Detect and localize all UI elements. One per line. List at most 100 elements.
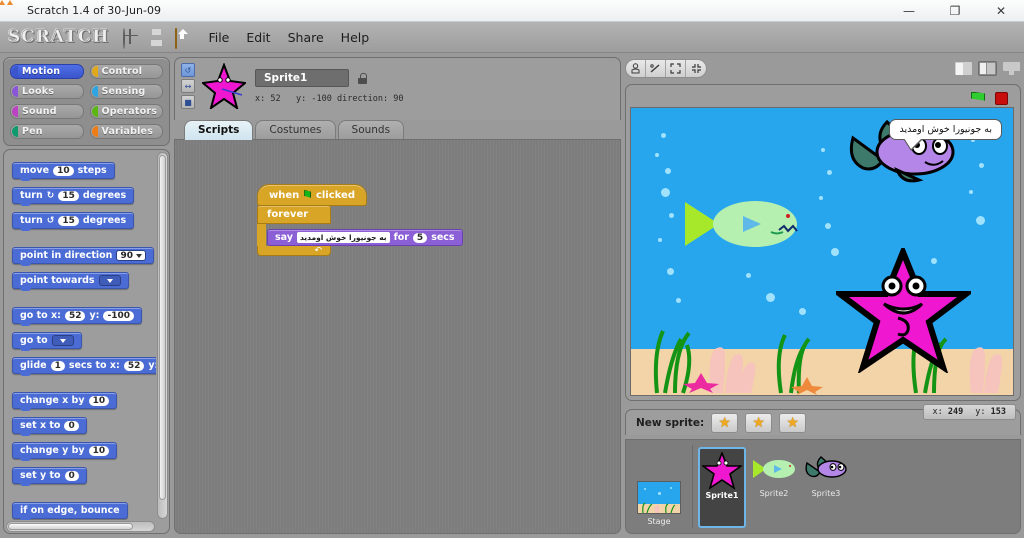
lock-icon[interactable] [358,72,367,84]
sprite-corral-item-sprite3[interactable]: Sprite3 [802,447,850,528]
palette-vertical-scrollbar[interactable] [157,152,168,519]
block-number-input[interactable]: 1 [50,360,65,371]
menu-edit[interactable]: Edit [246,30,270,45]
rotate-freely-icon[interactable]: ↺ [181,63,195,77]
minimize-button[interactable]: — [886,0,932,21]
stage-thumbnail [637,481,681,514]
palette-block-go-to-xy[interactable]: go to x: 52 y: -100 [12,307,142,326]
menu-icon-group [123,27,192,49]
x-value: 52 [270,94,281,104]
small-stage-view-button[interactable] [954,61,973,76]
stage-toolbar [625,57,1021,80]
random-new-sprite-button[interactable]: ★ [779,412,807,433]
target-dropdown[interactable] [51,335,74,346]
palette-block-set-y[interactable]: set y to 0 [12,467,87,486]
category-looks[interactable]: Looks [10,84,84,99]
sprite-coordinates: x: 52 y: -100 direction: 90 [255,94,404,104]
script-stack[interactable]: when clicked forever say به جونیورا خوش … [257,184,463,256]
normal-stage-view-button[interactable] [978,61,997,76]
bubble [827,170,832,175]
category-variables[interactable]: Variables [89,124,163,139]
left-right-flip-icon[interactable]: ↔ [181,79,195,93]
sprite-starfish-stage[interactable] [836,248,971,373]
save-icon[interactable] [149,29,166,46]
say-message-input[interactable]: به جونیورا خوش اومدید [296,232,390,243]
rotation-style-buttons: ↺ ↔ ■ [181,63,195,115]
block-number-input[interactable]: -100 [103,310,134,321]
block-number-input[interactable]: 52 [64,310,86,321]
tab-costumes[interactable]: Costumes [255,120,336,140]
stage-display[interactable]: به جونیورا خوش اومدید [630,107,1014,396]
tab-scripts[interactable]: Scripts [184,120,254,140]
corral-divider [692,445,693,528]
stage-corral-item[interactable]: Stage [631,445,687,528]
block-number-input[interactable]: 10 [88,395,110,406]
palette-horizontal-scrollbar[interactable] [6,521,155,532]
forever-body: say به جونیورا خوش اومدید for 5 secs [257,224,463,246]
forever-footer: ↶ [257,246,331,256]
category-operators[interactable]: Operators [89,104,163,119]
palette-block-glide[interactable]: glide 1 secs to x: 52 y: -10 [12,357,156,376]
palette-block-set-x[interactable]: set x to 0 [12,417,87,436]
duplicate-tool-icon[interactable] [626,60,646,77]
presentation-mode-button[interactable] [1002,61,1021,76]
dropdown-value: 90 [120,250,133,261]
close-button[interactable]: ✕ [978,0,1024,21]
block-number-input[interactable]: 10 [88,445,110,456]
sprite-name-field[interactable]: Sprite1 [255,69,349,87]
scrollbar-thumb[interactable] [8,523,133,530]
block-number-input[interactable]: 0 [64,470,79,481]
scripts-canvas[interactable]: when clicked forever say به جونیورا خوش … [174,139,621,534]
sprite-corral-item-sprite2[interactable]: Sprite2 [750,447,798,528]
speech-tail [904,138,923,149]
category-sound[interactable]: Sound [10,104,84,119]
green-flag-button[interactable] [971,91,985,101]
choose-new-sprite-button[interactable]: ★ [745,412,773,433]
block-text: point in direction [20,250,113,261]
palette-block-point-in-direction[interactable]: point in direction 90 [12,247,155,266]
maximize-button[interactable]: ❐ [932,0,978,21]
menu-help[interactable]: Help [341,30,370,45]
palette-block-go-to[interactable]: go to [12,332,82,351]
bubble [658,238,662,242]
palette-block-point-towards[interactable]: point towards [12,272,129,291]
block-when-green-flag-clicked[interactable]: when clicked [257,184,367,206]
palette-block-turn-cw[interactable]: turn ↻ 15 degrees [12,187,135,206]
grow-tool-icon[interactable] [666,60,686,77]
block-number-input[interactable]: 10 [53,165,74,176]
category-sensing[interactable]: Sensing [89,84,163,99]
shrink-tool-icon[interactable] [686,60,706,77]
block-forever[interactable]: forever [257,205,331,224]
block-number-input[interactable]: 0 [64,420,79,431]
palette-block-move[interactable]: move 10 steps [12,162,115,181]
block-say-for-secs[interactable]: say به جونیورا خوش اومدید for 5 secs [267,229,463,246]
open-project-icon[interactable] [175,27,192,49]
palette-block-turn-ccw[interactable]: turn ↺ 15 degrees [12,212,135,231]
delete-tool-icon[interactable] [646,60,666,77]
palette-block-change-y[interactable]: change y by 10 [12,442,118,461]
category-label: Operators [101,106,158,117]
target-dropdown[interactable] [98,275,121,286]
no-rotate-icon[interactable]: ■ [181,95,195,109]
sprite-corral-item-sprite1[interactable]: Sprite1 [698,447,746,528]
globe-icon[interactable] [123,27,140,49]
menu-file[interactable]: File [208,30,229,45]
palette-block-change-x[interactable]: change x by 10 [12,392,118,411]
say-seconds-input[interactable]: 5 [412,232,428,243]
paint-new-sprite-button[interactable]: ★ [711,412,739,433]
window-titlebar: Scratch 1.4 of 30-Jun-09 — ❐ ✕ [0,0,1024,22]
block-text: go to x: [20,310,61,321]
category-pen[interactable]: Pen [10,124,84,139]
menu-share[interactable]: Share [288,30,324,45]
palette-block-if-on-edge-bounce[interactable]: if on edge, bounce [12,502,128,520]
block-number-input[interactable]: 52 [123,360,145,371]
stop-button[interactable] [995,91,1008,105]
x-label: x: [255,94,266,104]
category-motion[interactable]: Motion [10,64,84,79]
category-control[interactable]: Control [89,64,163,79]
scrollbar-thumb[interactable] [159,155,166,500]
block-number-input[interactable]: 15 [58,215,79,226]
direction-dropdown[interactable]: 90 [116,250,147,261]
block-number-input[interactable]: 15 [58,190,79,201]
tab-sounds[interactable]: Sounds [337,120,405,140]
